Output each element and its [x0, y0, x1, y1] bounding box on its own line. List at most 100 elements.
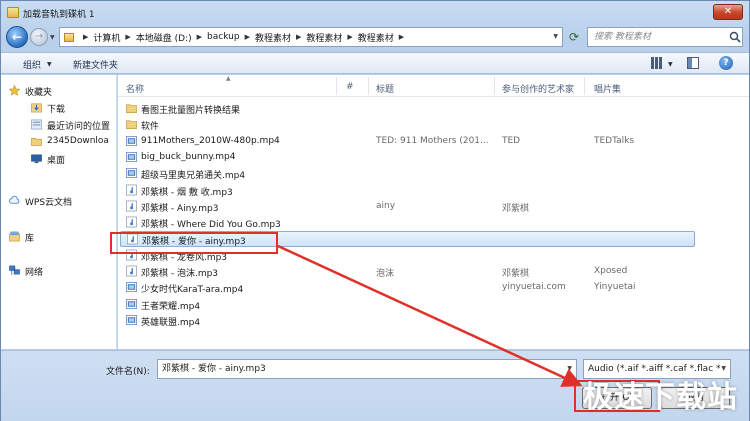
preview-pane-icon[interactable] — [687, 57, 699, 69]
folder-icon — [126, 120, 137, 130]
sidebar-item-libraries[interactable]: 库 — [1, 229, 116, 245]
search-icon[interactable] — [729, 31, 741, 43]
download-folder-icon — [31, 103, 42, 113]
file-row[interactable]: 邓紫棋 - Ainy.mp3 ainy 邓紫棋 — [120, 199, 695, 215]
file-artist: yinyuetai.com — [502, 282, 566, 293]
video-file-icon — [126, 135, 137, 146]
sidebar-item-label: 收藏夹 — [25, 88, 53, 98]
file-row[interactable]: big_buck_bunny.mp4 — [120, 150, 695, 166]
file-artist: 邓紫棋 — [502, 203, 530, 214]
address-bar[interactable]: ▶ 计算机 ▶ 本地磁盘 (D:) ▶ backup ▶ 教程素材 ▶ 教程素材… — [59, 27, 563, 47]
breadcrumb-chevron-icon[interactable]: ▶ — [399, 33, 404, 41]
file-name: 英雄联盟.mp4 — [141, 317, 201, 328]
refresh-icon[interactable]: ⟳ — [565, 28, 583, 46]
desktop-icon — [31, 154, 42, 164]
address-dropdown-icon[interactable]: ▼ — [553, 33, 558, 40]
file-list: ▲ 名称 # 标题 参与创作的艺术家 唱片集 看图王批量图片转换结果 软件 911M… — [118, 75, 749, 349]
file-name: 邓紫棋 - Where Did You Go.mp3 — [141, 220, 281, 231]
search-input[interactable]: 搜索 教程素材 — [587, 27, 743, 47]
video-file-icon — [126, 314, 137, 325]
file-name: 少女时代KaraT-ara.mp4 — [141, 285, 244, 296]
filename-input[interactable]: 邓紫棋 - 爱你 - ainy.mp3 ▼ — [157, 359, 577, 379]
file-row[interactable]: 软件 — [120, 117, 695, 133]
file-album: Yinyuetai — [594, 282, 636, 293]
recent-pages-chevron-icon[interactable]: ▼ — [50, 34, 55, 41]
cloud-icon — [9, 195, 20, 204]
back-button[interactable]: ← — [6, 26, 28, 48]
breadcrumb-drive-d[interactable]: 本地磁盘 (D:) — [136, 31, 192, 44]
video-file-icon — [126, 282, 137, 293]
library-icon — [9, 231, 20, 242]
new-folder-button[interactable]: 新建文件夹 — [73, 58, 118, 71]
file-row[interactable]: 邓紫棋 - 烟 敷 收.mp3 — [120, 183, 695, 199]
star-icon — [9, 85, 20, 96]
file-row[interactable]: 看图王批量图片转换结果 — [120, 101, 695, 117]
file-row[interactable]: 超级马里奥兄弟通关.mp4 — [120, 166, 695, 182]
folder-icon — [64, 32, 74, 42]
filename-dropdown-icon[interactable]: ▼ — [567, 360, 572, 378]
file-name: big_buck_bunny.mp4 — [141, 151, 236, 162]
breadcrumb-tutorial-1[interactable]: 教程素材 — [255, 31, 291, 44]
sidebar-item-network[interactable]: 网络 — [1, 263, 116, 279]
audio-file-icon — [126, 184, 137, 195]
breadcrumb-chevron-icon[interactable]: ▶ — [296, 33, 301, 41]
recent-places-icon — [31, 119, 42, 130]
organize-button[interactable]: 组织 — [23, 58, 41, 71]
file-row[interactable]: 邓紫棋 - 泡沫.mp3 泡沫 邓紫棋 Xposed — [120, 264, 695, 280]
breadcrumb-chevron-icon[interactable]: ▶ — [197, 33, 202, 41]
column-divider[interactable] — [584, 77, 585, 95]
column-divider[interactable] — [336, 77, 337, 95]
close-button[interactable]: ✕ — [713, 4, 743, 20]
column-header-number[interactable]: # — [346, 82, 354, 92]
folder-icon — [7, 7, 19, 18]
column-header-artist[interactable]: 参与创作的艺术家 — [502, 82, 574, 95]
column-header-title[interactable]: 标题 — [376, 82, 394, 95]
file-row[interactable]: 少女时代KaraT-ara.mp4 yinyuetai.com Yinyuetai — [120, 280, 695, 296]
view-chevron-icon[interactable]: ▼ — [668, 61, 673, 68]
view-options-icon[interactable] — [651, 57, 663, 69]
breadcrumb-tutorial-2[interactable]: 教程素材 — [306, 31, 342, 44]
column-header-album[interactable]: 唱片集 — [594, 82, 621, 95]
sidebar-item-label: WPS云文档 — [25, 198, 73, 208]
sidebar-item-desktop[interactable]: 桌面 — [1, 151, 116, 167]
organize-chevron-icon[interactable]: ▼ — [47, 61, 52, 68]
file-name: 邓紫棋 - Ainy.mp3 — [141, 203, 219, 214]
sidebar-item-favorites[interactable]: 收藏夹 — [1, 83, 116, 99]
column-header-name[interactable]: 名称 — [126, 82, 144, 95]
file-album: TEDTalks — [594, 135, 635, 146]
sidebar-item-recent-places[interactable]: 最近访问的位置 — [1, 117, 116, 133]
sidebar-item-2345downloads[interactable]: 2345Downloa — [1, 134, 116, 150]
breadcrumb-tutorial-3[interactable]: 教程素材 — [358, 31, 394, 44]
breadcrumb-computer[interactable]: 计算机 — [93, 31, 120, 44]
sidebar-item-label: 库 — [25, 234, 35, 244]
breadcrumb-chevron-icon[interactable]: ▶ — [83, 33, 88, 41]
sidebar-item-downloads[interactable]: 下载 — [1, 100, 116, 116]
file-artist: 邓紫棋 — [502, 269, 530, 279]
forward-button[interactable]: → — [30, 28, 48, 46]
file-name: 软件 — [141, 122, 160, 133]
breadcrumb-chevron-icon[interactable]: ▶ — [125, 33, 130, 41]
file-name: 911Mothers_2010W-480p.mp4 — [141, 135, 280, 146]
column-divider[interactable] — [494, 77, 495, 95]
file-row[interactable]: 英雄联盟.mp4 — [120, 313, 695, 329]
watermark-text: 极速下载站 — [583, 380, 738, 415]
breadcrumb-chevron-icon[interactable]: ▶ — [347, 33, 352, 41]
column-divider[interactable] — [368, 77, 369, 95]
file-row[interactable]: 911Mothers_2010W-480p.mp4 TED: 911 Mother… — [120, 134, 695, 150]
sidebar-item-label: 桌面 — [47, 156, 66, 166]
video-file-icon — [126, 151, 137, 162]
file-title: TED: 911 Mothers (201... — [376, 135, 489, 146]
file-album: Xposed — [594, 266, 628, 276]
breadcrumb-backup[interactable]: backup — [207, 32, 240, 42]
file-row[interactable]: 邓紫棋 - Where Did You Go.mp3 — [120, 215, 695, 231]
open-file-dialog: 加载音轨到碟机 1 ✕ ← → ▼ ▶ 计算机 ▶ 本地磁盘 (D:) ▶ ba… — [0, 0, 750, 421]
sidebar-item-wps-cloud[interactable]: WPS云文档 — [1, 193, 116, 209]
file-name: 邓紫棋 - 烟 敷 收.mp3 — [141, 187, 233, 198]
column-header-row: ▲ 名称 # 标题 参与创作的艺术家 唱片集 — [118, 75, 749, 97]
breadcrumb-chevron-icon[interactable]: ▶ — [245, 33, 250, 41]
help-icon[interactable]: ? — [719, 56, 733, 70]
file-name: 邓紫棋 - 泡沫.mp3 — [141, 269, 219, 279]
sidebar-item-label: 网络 — [25, 268, 44, 278]
file-row[interactable]: 王者荣耀.mp4 — [120, 297, 695, 313]
window-title: 加载音轨到碟机 1 — [23, 10, 95, 20]
